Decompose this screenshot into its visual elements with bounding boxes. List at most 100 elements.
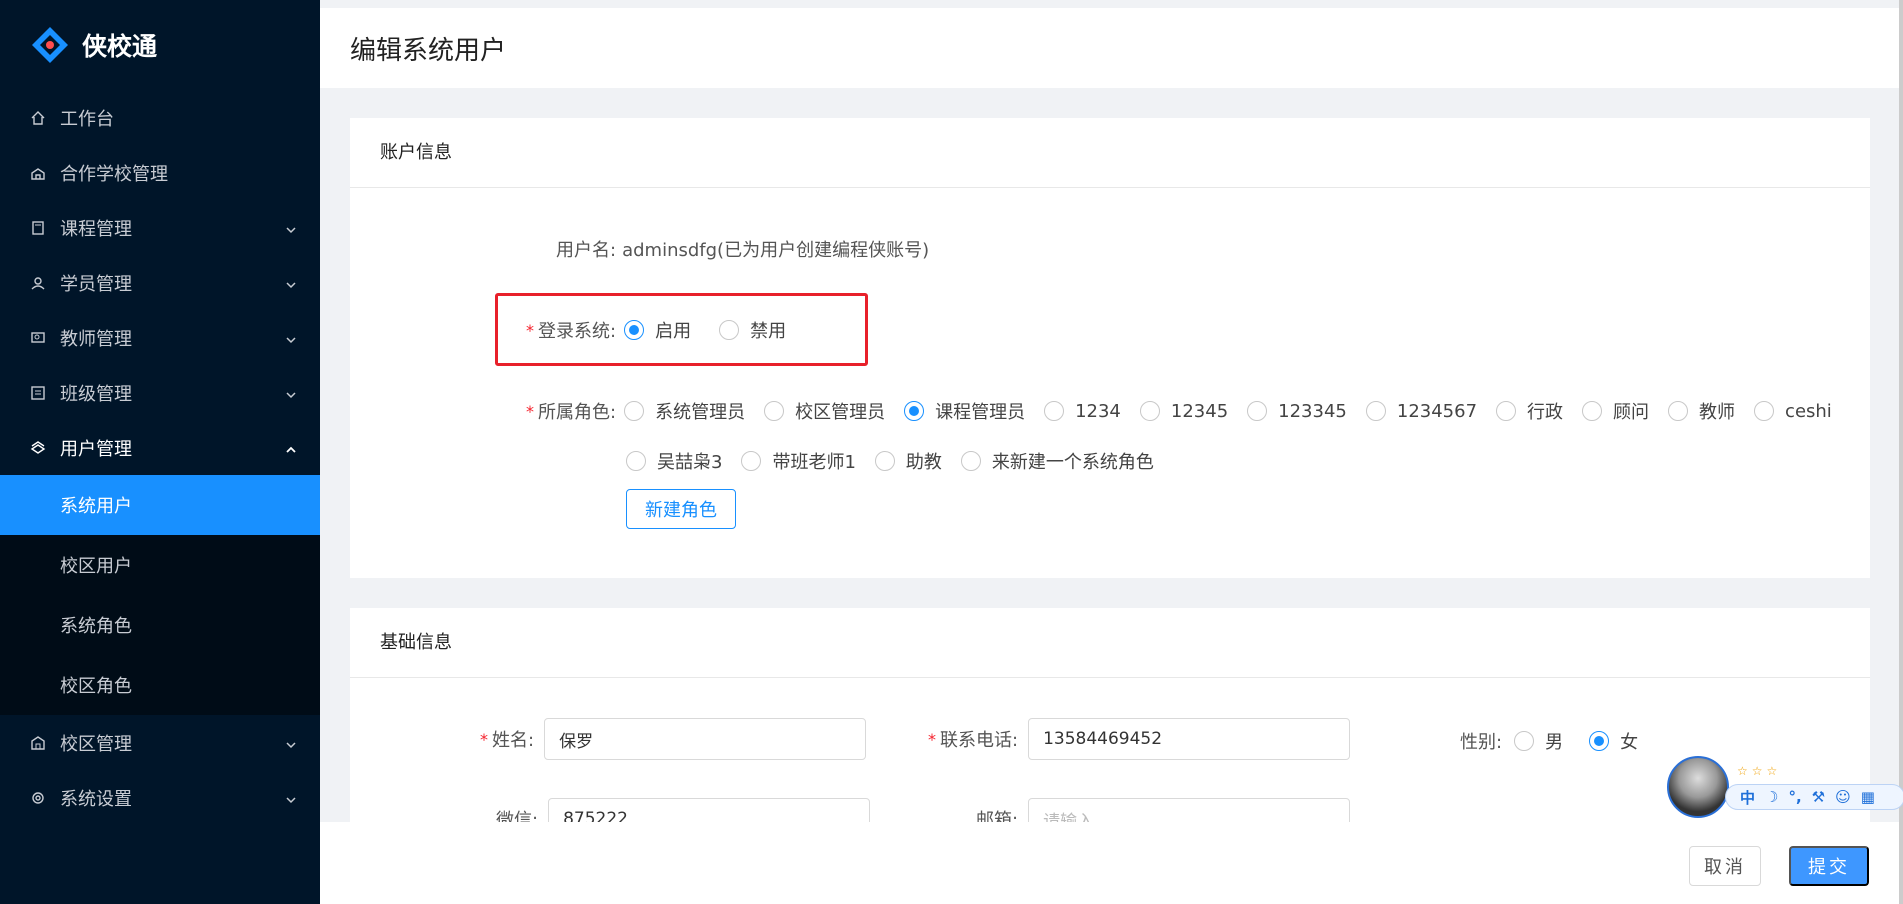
role-label: 所属角色: (538, 402, 617, 423)
role-radio-label: ceshi (1785, 400, 1832, 422)
star-icon: ☆☆☆ (1737, 764, 1782, 778)
role-radio[interactable]: 12345 (1139, 398, 1229, 424)
role-row-2: 吴喆枭3 带班老师1 助教 来新建一个系统角色 (626, 448, 1173, 474)
gender-radio[interactable]: 女 (1589, 728, 1638, 754)
main-content: 编辑系统用户 账户信息 用户名: adminsdfg(已为用户创建编程侠账号) … (320, 0, 1903, 904)
role-radio-label: 123345 (1278, 400, 1347, 422)
radio-circle[interactable] (904, 401, 925, 421)
ime-language[interactable]: 中 (1740, 787, 1755, 808)
sidebar-item[interactable]: 系统设置 (0, 770, 320, 825)
radio-circle[interactable] (1496, 401, 1517, 421)
role-radio[interactable]: 课程管理员 (904, 398, 1025, 424)
app-name: 侠校通 (82, 32, 158, 61)
sidebar-item[interactable]: 班级管理 (0, 365, 320, 420)
grid-icon[interactable]: ▦ (1861, 788, 1875, 806)
role-radio[interactable]: 顾问 (1582, 398, 1649, 424)
sidebar-item[interactable]: 课程管理 (0, 200, 320, 255)
name-input[interactable]: 保罗 (544, 718, 867, 760)
role-radio-label: 1234567 (1396, 400, 1478, 422)
emoji-icon[interactable]: ☺ (1835, 788, 1851, 806)
role-radio[interactable]: 助教 (874, 448, 942, 474)
sidebar-item[interactable]: 用户管理 (0, 420, 320, 475)
chevron-down-icon (284, 736, 298, 750)
role-radio[interactable]: 校区管理员 (764, 398, 885, 424)
class-icon (30, 385, 46, 401)
role-radio[interactable]: 123345 (1247, 398, 1347, 424)
radio-circle[interactable] (1139, 401, 1160, 421)
students-icon (30, 275, 46, 291)
username-label: 用户名: (556, 240, 617, 261)
sidebar-item[interactable]: 教师管理 (0, 310, 320, 365)
role-radio-label: 来新建一个系统角色 (991, 452, 1154, 473)
sidebar-item-label: 课程管理 (60, 218, 132, 240)
role-radio[interactable]: 行政 (1496, 398, 1563, 424)
sidebar-item-label: 系统设置 (60, 788, 132, 810)
role-radio-label: 教师 (1699, 402, 1736, 423)
required-mark: * (526, 401, 534, 421)
phone-input[interactable]: 13584469452 (1028, 718, 1351, 760)
wrench-icon[interactable]: ⚒ (1812, 788, 1825, 806)
radio-circle[interactable] (874, 451, 895, 471)
chevron-down-icon (284, 331, 298, 345)
sidebar-item[interactable]: 学员管理 (0, 255, 320, 310)
role-radio[interactable]: 带班老师1 (741, 448, 856, 474)
role-radio[interactable]: 教师 (1668, 398, 1735, 424)
radio-circle[interactable] (1589, 731, 1610, 751)
ime-toolbar[interactable]: ☆☆☆ 中 ☽ °, ⚒ ☺ ▦ (1667, 756, 1903, 822)
footer-action-bar: 取消 提交 (320, 822, 1903, 904)
chevron-down-icon (284, 386, 298, 400)
role-radio-label: 课程管理员 (935, 402, 1026, 423)
radio-circle[interactable] (1365, 401, 1386, 421)
role-radio-label: 校区管理员 (795, 402, 886, 423)
submenu-item[interactable]: 校区用户 (0, 535, 320, 595)
cancel-button[interactable]: 取消 (1689, 846, 1761, 886)
chevron-down-icon (284, 791, 298, 805)
sidebar-item-label: 合作学校管理 (60, 163, 168, 185)
account-info-title: 账户信息 (350, 118, 1870, 188)
ime-avatar[interactable] (1667, 756, 1729, 818)
radio-circle[interactable] (1754, 401, 1775, 421)
sidebar-item[interactable]: 校区管理 (0, 715, 320, 770)
sidebar-item[interactable]: 工作台 (0, 90, 320, 145)
sidebar-item[interactable]: 合作学校管理 (0, 145, 320, 200)
radio-circle[interactable] (1247, 401, 1268, 421)
name-row: * 姓名: 保罗 (480, 718, 867, 760)
radio-circle[interactable] (624, 401, 645, 421)
gender-radio-label: 女 (1620, 732, 1639, 753)
app-logo[interactable]: 侠校通 (0, 0, 320, 90)
role-radio-label: 顾问 (1613, 402, 1650, 423)
required-mark: * (480, 729, 488, 749)
users-icon (30, 440, 46, 456)
role-radio[interactable]: 来新建一个系统角色 (960, 448, 1154, 474)
ime-bar[interactable]: 中 ☽ °, ⚒ ☺ ▦ (1725, 784, 1903, 810)
submit-button[interactable]: 提交 (1789, 846, 1869, 886)
radio-circle[interactable] (960, 451, 981, 471)
radio-circle[interactable] (626, 451, 646, 471)
radio-circle[interactable] (1044, 401, 1065, 421)
submenu-item[interactable]: 校区角色 (0, 655, 320, 715)
radio-circle[interactable] (1582, 401, 1603, 421)
highlight-annotation (495, 293, 868, 366)
radio-circle[interactable] (1668, 401, 1689, 421)
sidebar-item-label: 校区管理 (60, 733, 132, 755)
punctuation-icon[interactable]: °, (1788, 788, 1801, 806)
submenu-item[interactable]: 系统用户 (0, 475, 320, 535)
new-role-button[interactable]: 新建角色 (626, 489, 736, 529)
role-radio[interactable]: 吴喆枭3 (626, 448, 722, 474)
role-radio-label: 1234 (1075, 400, 1121, 422)
sidebar-item-label: 用户管理 (60, 438, 132, 460)
role-radio[interactable]: 系统管理员 (624, 398, 745, 424)
radio-circle[interactable] (764, 401, 785, 421)
role-radio[interactable]: 1234567 (1365, 398, 1478, 424)
radio-circle[interactable] (1514, 731, 1535, 751)
moon-icon[interactable]: ☽ (1765, 788, 1778, 806)
submenu-item[interactable]: 系统角色 (0, 595, 320, 655)
sidebar: 侠校通 工作台 合作学校管理 课程管理 学员管理 教师管理 班级管理 用户管理 系统用户 校区… (0, 0, 320, 904)
radio-circle[interactable] (741, 451, 762, 471)
role-radio[interactable]: 1234 (1044, 398, 1121, 424)
logo-icon (30, 25, 70, 65)
role-radio-label: 12345 (1170, 400, 1229, 422)
role-radio[interactable]: ceshi (1754, 398, 1832, 424)
gender-radio[interactable]: 男 (1514, 728, 1563, 754)
sidebar-item-label: 学员管理 (60, 273, 132, 295)
